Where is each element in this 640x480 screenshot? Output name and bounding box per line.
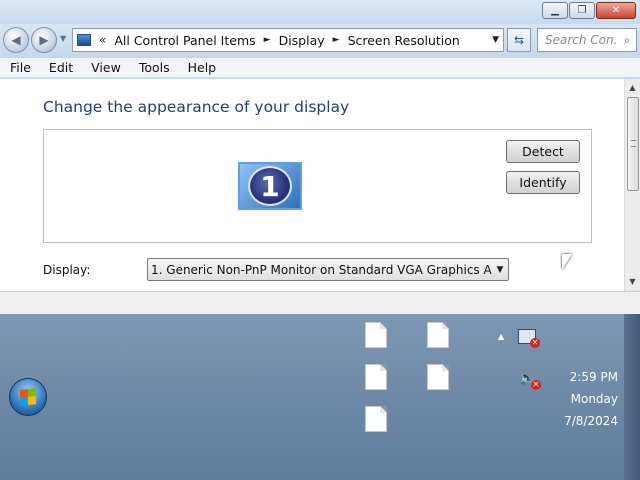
address-dropdown-icon[interactable]: ▼: [492, 35, 499, 45]
minimize-button[interactable]: ▁: [542, 2, 568, 19]
volume-muted-icon[interactable]: 🔈 ✕: [519, 371, 541, 390]
maximize-button[interactable]: ❐: [569, 2, 595, 19]
back-button[interactable]: ◀: [3, 27, 29, 53]
thumb-grip: [631, 140, 636, 147]
crumb-separator-icon[interactable]: ►: [333, 35, 340, 45]
search-icon[interactable]: ⌕: [618, 33, 636, 48]
scroll-up-arrow[interactable]: ▲: [625, 81, 640, 95]
search-input[interactable]: Search Con... ⌕: [537, 28, 637, 52]
document-icon[interactable]: [365, 322, 387, 348]
scroll-down-arrow[interactable]: ▼: [625, 275, 640, 289]
page-title: Change the appearance of your display: [43, 98, 350, 116]
menu-file[interactable]: File: [0, 60, 39, 75]
address-bar[interactable]: « All Control Panel Items ► Display ► Sc…: [72, 28, 504, 52]
error-badge-icon: ✕: [530, 338, 540, 348]
display-label: Display:: [43, 263, 91, 277]
arrow-left-icon: ◀: [11, 33, 21, 47]
hidden-crumbs-chevron[interactable]: «: [99, 33, 106, 47]
vertical-scrollbar[interactable]: ▲ ▼: [624, 79, 640, 291]
control-panel-icon: [77, 34, 91, 46]
status-bar: [0, 291, 640, 314]
clock-date: 7/8/2024: [564, 414, 618, 428]
monitor-number-badge: 1: [248, 166, 292, 206]
display-select[interactable]: 1. Generic Non-PnP Monitor on Standard V…: [147, 258, 509, 281]
forward-button[interactable]: ▶: [31, 27, 57, 53]
arrow-right-icon: ▶: [39, 33, 49, 47]
screen-resolution-window: ▁ ❐ ✕ ◀ ▶ ▼ « All Control Panel Items ► …: [0, 0, 640, 314]
menu-edit[interactable]: Edit: [39, 60, 81, 75]
windows-logo-icon: [20, 388, 36, 406]
title-bar[interactable]: ▁ ❐ ✕: [0, 0, 640, 24]
clock-time: 2:59 PM: [569, 370, 618, 384]
document-icon[interactable]: [427, 364, 449, 390]
start-button[interactable]: [9, 378, 47, 416]
main-content: Change the appearance of your display 1 …: [0, 79, 624, 291]
menu-bar: File Edit View Tools Help: [0, 58, 640, 78]
breadcrumb-screen-resolution[interactable]: Screen Resolution: [348, 33, 460, 48]
network-disconnected-icon[interactable]: ✕: [518, 329, 540, 348]
menu-view[interactable]: View: [81, 60, 129, 75]
monitor-arrangement-panel: 1 Detect Identify: [43, 129, 592, 243]
document-icon[interactable]: [365, 406, 387, 432]
mouse-pointer-icon: [562, 254, 572, 270]
scroll-thumb[interactable]: [627, 97, 639, 191]
chevron-down-icon: ▼: [496, 264, 504, 275]
window-controls: ▁ ❐ ✕: [541, 2, 636, 19]
breadcrumb-all-control-panel-items[interactable]: All Control Panel Items: [114, 33, 255, 48]
taskbar: ▲ ✕ 🔈 ✕ 2:59 PM Monday 7/8/2024: [0, 314, 640, 480]
mute-badge-icon: ✕: [531, 380, 541, 390]
clock-day: Monday: [570, 392, 618, 406]
breadcrumb-display[interactable]: Display: [279, 33, 325, 48]
crumb-separator-icon[interactable]: ►: [264, 35, 271, 45]
menu-tools[interactable]: Tools: [129, 60, 178, 75]
refresh-icon: ⇆: [513, 33, 525, 47]
menu-help[interactable]: Help: [178, 60, 225, 75]
navigation-bar: ◀ ▶ ▼ « All Control Panel Items ► Displa…: [0, 24, 640, 58]
monitor-1-tile[interactable]: 1: [238, 162, 302, 210]
refresh-button[interactable]: ⇆: [507, 28, 531, 52]
taskbar-edge: [624, 314, 640, 480]
identify-button[interactable]: Identify: [506, 171, 580, 194]
recent-pages-dropdown-icon[interactable]: ▼: [60, 34, 66, 43]
system-clock[interactable]: 2:59 PM Monday 7/8/2024: [548, 366, 618, 432]
search-placeholder: Search Con...: [545, 33, 618, 47]
close-button[interactable]: ✕: [596, 2, 636, 19]
document-icon[interactable]: [427, 322, 449, 348]
detect-button[interactable]: Detect: [506, 140, 580, 163]
show-hidden-icons-button[interactable]: ▲: [498, 332, 504, 341]
document-icon[interactable]: [365, 364, 387, 390]
display-select-value: 1. Generic Non-PnP Monitor on Standard V…: [151, 262, 492, 277]
